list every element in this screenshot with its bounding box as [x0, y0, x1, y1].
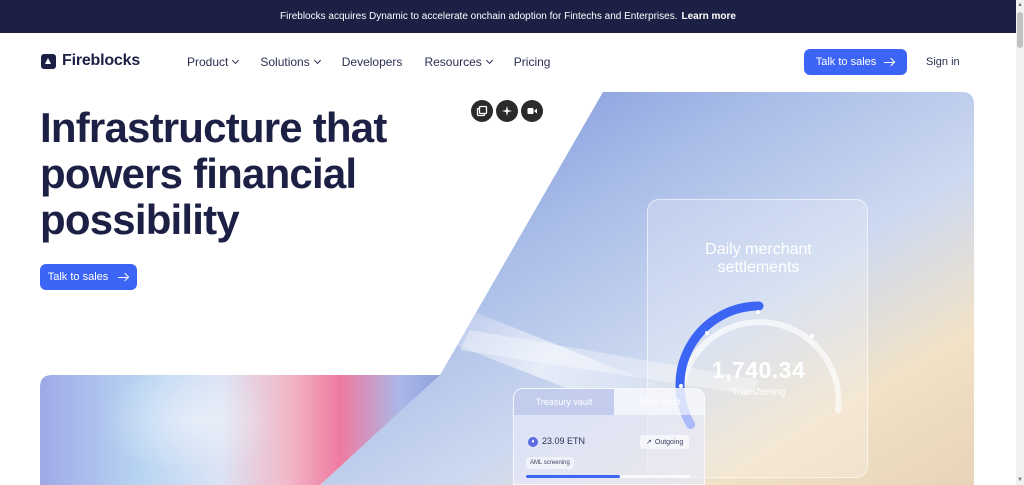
nav-item-developers[interactable]: Developers — [342, 55, 403, 69]
scroll-up-icon[interactable]: ▲ — [1017, 2, 1023, 8]
chevron-down-icon — [232, 56, 240, 65]
nav-item-label: Pricing — [513, 55, 551, 69]
nav-item-label: Product — [187, 55, 229, 69]
sparkle-icon[interactable] — [496, 100, 518, 122]
settlement-amount: 1,740.34 — [711, 357, 806, 383]
tab-treasury-vault[interactable]: Treasury vault — [514, 389, 614, 415]
gauge-dot — [756, 310, 760, 314]
arrow-right-icon — [884, 58, 895, 66]
nav-item-product[interactable]: Product — [187, 55, 240, 69]
chevron-down-icon — [313, 56, 321, 65]
arrow-up-right-icon: ↗ — [646, 439, 652, 446]
button-label: Talk to sales — [815, 56, 877, 68]
hero-title: Infrastructure that powers financial pos… — [40, 104, 387, 243]
chevron-down-icon — [485, 56, 493, 65]
scroll-down-icon[interactable]: ▼ — [1017, 477, 1023, 483]
vault-amount: 23.09 ETN — [542, 436, 586, 446]
vault-tabs: Treasury vault Main vault — [514, 389, 704, 415]
nav-item-pricing[interactable]: Pricing — [514, 55, 551, 69]
copy-icon[interactable] — [471, 100, 493, 122]
top-navigation: Fireblocks Product Solutions Developers … — [0, 33, 1016, 91]
sign-in-link[interactable]: Sign in — [926, 56, 960, 68]
screening-progress-bar — [526, 475, 691, 478]
fireblocks-logo[interactable]: Fireblocks — [41, 52, 140, 70]
gauge-dot — [705, 331, 709, 335]
nav-item-label: Solutions — [260, 55, 310, 69]
nav-item-label: Resources — [424, 55, 482, 69]
outgoing-badge: ↗ Outgoing — [640, 435, 690, 449]
arrow-right-icon — [118, 273, 129, 281]
ethereum-icon: ♦ — [528, 437, 538, 447]
tab-main-vault[interactable]: Main vault — [614, 389, 704, 415]
button-label: Talk to sales — [47, 271, 109, 283]
aml-screening-badge: AML screening — [526, 457, 574, 469]
scrollbar-thumb[interactable] — [1017, 12, 1023, 48]
vault-card: Treasury vault Main vault ♦ 23.09 ETN ↗ … — [513, 388, 705, 485]
page-scrollbar[interactable]: ▲ ▼ — [1016, 0, 1024, 485]
media-toolbar — [471, 100, 543, 122]
logo-icon — [41, 53, 56, 69]
video-icon[interactable] — [521, 100, 543, 122]
logo-text: Fireblocks — [62, 52, 141, 69]
nav-item-resources[interactable]: Resources — [424, 55, 493, 69]
screening-progress-fill — [526, 475, 621, 478]
nav-item-solutions[interactable]: Solutions — [260, 55, 321, 69]
nav-item-label: Developers — [341, 55, 403, 69]
outgoing-label: Outgoing — [654, 438, 684, 446]
main-menu: Product Solutions Developers Resources P… — [187, 55, 572, 69]
gauge-dot — [810, 334, 814, 338]
talk-to-sales-button[interactable]: Talk to sales — [804, 49, 907, 75]
hero-talk-to-sales-button[interactable]: Talk to sales — [40, 264, 137, 290]
